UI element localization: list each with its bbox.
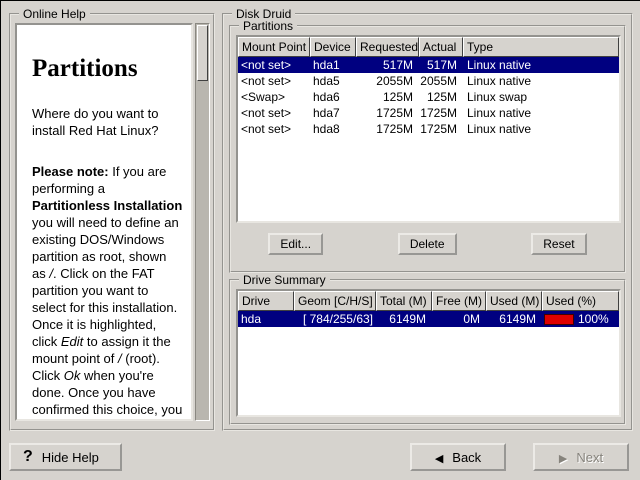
partitions-table: Mount Point Device Requested Actual Type… (236, 35, 621, 223)
scrollbar-thumb[interactable] (197, 25, 208, 81)
disk-druid-panel: Disk Druid Partitions Mount Point Device… (222, 13, 633, 431)
drive-summary-table: Drive Geom [C/H/S] Total (M) Free (M) Us… (236, 289, 621, 417)
next-arrow-icon: ▶ (559, 452, 567, 465)
back-button[interactable]: ◀ Back (410, 443, 506, 471)
cell-drive: hda (238, 311, 294, 327)
hide-help-button[interactable]: ? Hide Help (9, 443, 122, 471)
drive-summary-frame-title: Drive Summary (239, 273, 330, 287)
column-header-used-pct[interactable]: Used (%) (542, 291, 619, 311)
used-percent-label: 100% (578, 311, 609, 327)
cell-device: hda6 (310, 89, 356, 105)
text-segment: Partitionless Installation (32, 198, 182, 213)
partitions-frame-title: Partitions (239, 19, 297, 33)
partitions-list: <not set> hda1 517M 517M Linux native <n… (238, 57, 619, 221)
partitions-section: Partitions Mount Point Device Requested … (229, 25, 626, 273)
cell-free: 0M (432, 311, 486, 327)
cell-actual: 125M (419, 89, 463, 105)
cell-total: 6149M (376, 311, 432, 327)
partition-actions: Edit... Delete Reset (231, 233, 624, 255)
cell-requested: 1725M (356, 121, 419, 137)
cell-requested: 2055M (356, 73, 419, 89)
reset-button[interactable]: Reset (531, 233, 586, 255)
cell-geom: [ 784/255/63] (294, 311, 376, 327)
column-header-used-m[interactable]: Used (M) (486, 291, 542, 311)
drive-row[interactable]: hda [ 784/255/63] 6149M 0M 6149M 100% (238, 311, 619, 327)
hide-help-label: Hide Help (42, 450, 99, 465)
drive-summary-list: hda [ 784/255/63] 6149M 0M 6149M 100% (238, 311, 619, 415)
cell-type: Linux native (463, 121, 619, 137)
help-scrollbar[interactable] (195, 23, 210, 421)
cell-type: Linux native (463, 73, 619, 89)
cell-mount-point: <not set> (238, 121, 310, 137)
online-help-frame-title: Online Help (19, 7, 90, 21)
cell-actual: 2055M (419, 73, 463, 89)
question-icon: ? (23, 448, 33, 466)
column-header-total[interactable]: Total (M) (376, 291, 432, 311)
next-label: Next (576, 450, 603, 465)
cell-requested: 1725M (356, 105, 419, 121)
cell-requested: 125M (356, 89, 419, 105)
help-text-area: Partitions Where do you want to install … (15, 23, 193, 421)
partition-row[interactable]: <not set> hda8 1725M 1725M Linux native (238, 121, 619, 137)
cell-mount-point: <not set> (238, 57, 310, 73)
cell-device: hda8 (310, 121, 356, 137)
column-header-free[interactable]: Free (M) (432, 291, 486, 311)
cell-actual: 1725M (419, 121, 463, 137)
online-help-panel: Online Help Partitions Where do you want… (9, 13, 215, 431)
column-header-requested[interactable]: Requested (356, 37, 419, 57)
text-segment: Please note: (32, 164, 109, 179)
cell-type: Linux native (463, 105, 619, 121)
column-header-drive[interactable]: Drive (238, 291, 294, 311)
cell-device: hda5 (310, 73, 356, 89)
cell-type: Linux swap (463, 89, 619, 105)
installer-window: Online Help Partitions Where do you want… (0, 0, 640, 480)
text-segment: Ok (64, 368, 81, 383)
cell-device: hda7 (310, 105, 356, 121)
cell-mount-point: <not set> (238, 105, 310, 121)
help-paragraph: Please note: If you are performing a Par… (32, 163, 183, 421)
partition-row[interactable]: <not set> hda1 517M 517M Linux native (238, 57, 619, 73)
partition-row[interactable]: <not set> hda5 2055M 2055M Linux native (238, 73, 619, 89)
back-arrow-icon: ◀ (435, 452, 443, 465)
help-heading: Partitions (32, 55, 183, 83)
column-header-geom[interactable]: Geom [C/H/S] (294, 291, 376, 311)
delete-button[interactable]: Delete (398, 233, 457, 255)
partition-row[interactable]: <Swap> hda6 125M 125M Linux swap (238, 89, 619, 105)
cell-used: 6149M (486, 311, 542, 327)
column-header-type[interactable]: Type (463, 37, 619, 57)
drive-summary-header-row: Drive Geom [C/H/S] Total (M) Free (M) Us… (238, 291, 619, 311)
cell-used-percent: 100% (542, 311, 619, 327)
cell-mount-point: <not set> (238, 73, 310, 89)
cell-actual: 1725M (419, 105, 463, 121)
cell-type: Linux native (463, 57, 619, 73)
column-header-device[interactable]: Device (310, 37, 356, 57)
help-intro-text: Where do you want to install Red Hat Lin… (32, 105, 183, 139)
next-button[interactable]: ▶ Next (533, 443, 629, 471)
edit-button[interactable]: Edit... (268, 233, 323, 255)
column-header-mount-point[interactable]: Mount Point (238, 37, 310, 57)
text-segment: Edit (61, 334, 83, 349)
used-percent-bar (544, 314, 574, 325)
cell-requested: 517M (356, 57, 419, 73)
partition-row[interactable]: <not set> hda7 1725M 1725M Linux native (238, 105, 619, 121)
back-label: Back (452, 450, 481, 465)
cell-actual: 517M (419, 57, 463, 73)
cell-mount-point: <Swap> (238, 89, 310, 105)
partitions-header-row: Mount Point Device Requested Actual Type (238, 37, 619, 57)
cell-device: hda1 (310, 57, 356, 73)
column-header-actual[interactable]: Actual (419, 37, 463, 57)
drive-summary-section: Drive Summary Drive Geom [C/H/S] Total (… (229, 279, 626, 425)
